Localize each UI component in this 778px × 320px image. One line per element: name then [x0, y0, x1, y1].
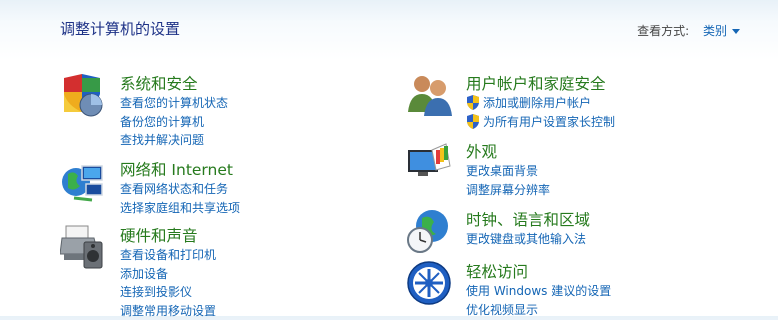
heading-clock-language-region[interactable]: 时钟、语言和区域: [466, 208, 590, 230]
category-user-accounts: 用户帐户和家庭安全 添加或删除用户帐户 为所有用户设置家长控制: [406, 72, 746, 134]
category-ease-of-access: 轻松访问 使用 Windows 建议的设置 优化视频显示: [406, 260, 746, 316]
view-by-dropdown[interactable]: 类别: [703, 24, 740, 38]
uac-shield-icon: [466, 95, 480, 110]
view-by-value[interactable]: 类别: [703, 24, 727, 38]
link-optimize-display[interactable]: 优化视频显示: [466, 301, 611, 320]
clock-globe-icon[interactable]: [406, 208, 452, 254]
chevron-down-icon[interactable]: [732, 29, 740, 34]
link-devices-printers[interactable]: 查看设备和打印机: [120, 246, 216, 265]
monitor-palette-icon[interactable]: [406, 140, 452, 186]
link-change-input-method[interactable]: 更改键盘或其他输入法: [466, 230, 586, 249]
heading-hardware-sound[interactable]: 硬件和声音: [120, 224, 198, 246]
heading-system-security[interactable]: 系统和安全: [120, 72, 198, 94]
category-system-security: 系统和安全 查看您的计算机状态 备份您的计算机 查找并解决问题: [60, 72, 360, 152]
category-network-internet: 网络和 Internet 查看网络状态和任务 选择家庭组和共享选项: [60, 158, 360, 218]
heading-network-internet[interactable]: 网络和 Internet: [120, 158, 233, 180]
link-mobility-settings[interactable]: 调整常用移动设置: [120, 302, 216, 320]
view-by-label: 查看方式:: [637, 24, 689, 38]
link-view-computer-status[interactable]: 查看您的计算机状态: [120, 94, 228, 113]
ease-of-access-icon[interactable]: [406, 260, 452, 306]
network-globe-icon[interactable]: [60, 158, 106, 204]
heading-ease-of-access[interactable]: 轻松访问: [466, 260, 528, 282]
shield-security-icon[interactable]: [60, 72, 106, 118]
uac-shield-icon: [466, 114, 480, 129]
page-title: 调整计算机的设置: [60, 18, 180, 39]
printer-speaker-icon[interactable]: [60, 224, 106, 270]
link-connect-projector[interactable]: 连接到投影仪: [120, 283, 216, 302]
link-recommended-settings[interactable]: 使用 Windows 建议的设置: [466, 282, 611, 301]
category-clock-language-region: 时钟、语言和区域 更改键盘或其他输入法: [406, 208, 746, 254]
link-change-background[interactable]: 更改桌面背景: [466, 162, 550, 181]
link-add-device[interactable]: 添加设备: [120, 265, 216, 284]
link-parental-controls-label[interactable]: 为所有用户设置家长控制: [483, 115, 615, 129]
view-by-control: 查看方式: 类别: [637, 22, 740, 39]
link-add-remove-accounts[interactable]: 添加或删除用户帐户: [466, 94, 615, 113]
link-troubleshoot[interactable]: 查找并解决问题: [120, 131, 228, 150]
link-add-remove-accounts-label[interactable]: 添加或删除用户帐户: [483, 96, 591, 110]
heading-user-accounts[interactable]: 用户帐户和家庭安全: [466, 72, 606, 94]
link-backup-computer[interactable]: 备份您的计算机: [120, 113, 228, 132]
link-screen-resolution[interactable]: 调整屏幕分辨率: [466, 181, 550, 200]
users-icon[interactable]: [406, 72, 452, 118]
link-homegroup-sharing[interactable]: 选择家庭组和共享选项: [120, 199, 240, 218]
link-parental-controls[interactable]: 为所有用户设置家长控制: [466, 113, 615, 132]
heading-appearance[interactable]: 外观: [466, 140, 497, 162]
category-hardware-sound: 硬件和声音 查看设备和打印机 添加设备 连接到投影仪 调整常用移动设置: [60, 224, 360, 316]
link-view-network-status[interactable]: 查看网络状态和任务: [120, 180, 240, 199]
category-appearance: 外观 更改桌面背景 调整屏幕分辨率: [406, 140, 746, 200]
